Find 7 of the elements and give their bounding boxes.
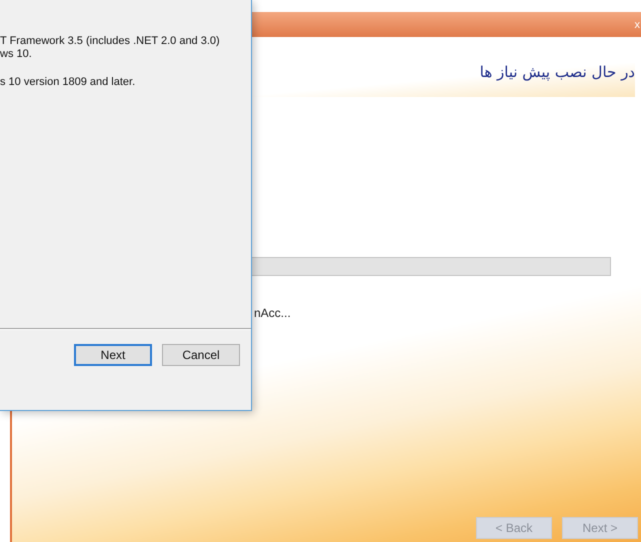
status-text: nAcc...: [254, 306, 292, 320]
info-text: ws 10.: [0, 48, 33, 61]
info-text: T Framework 3.5 (includes .NET 2.0 and 3.0): [0, 35, 221, 48]
info-text: s 10 version 1809 and later.: [0, 76, 136, 89]
dialog-button[interactable]: Next: [74, 344, 152, 366]
close-button[interactable]: x: [632, 18, 641, 30]
dialog-button[interactable]: Cancel: [162, 344, 240, 366]
